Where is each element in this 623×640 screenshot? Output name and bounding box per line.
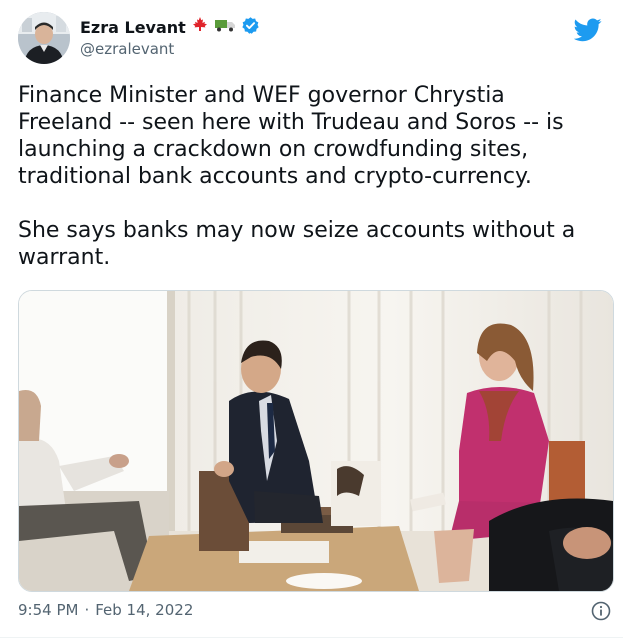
tweet-date: Feb 14, 2022 [95, 601, 194, 619]
info-icon[interactable] [591, 601, 611, 621]
handle[interactable]: @ezralevant [80, 40, 260, 58]
maple-leaf-icon [191, 16, 209, 38]
twitter-bird-icon[interactable] [573, 18, 602, 42]
tweet-timestamp[interactable]: 9:54 PM · Feb 14, 2022 [18, 601, 193, 619]
author-names: Ezra Levant @ezralevant [80, 16, 260, 58]
tweet-header: Ezra Levant @ezralevant [18, 12, 608, 68]
display-name[interactable]: Ezra Levant [80, 18, 186, 37]
timestamp-separator: · [84, 601, 90, 619]
tweet-card: Ezra Levant @ezralevant Finance Minister… [0, 0, 623, 640]
tweet-photo[interactable] [18, 290, 614, 592]
truck-icon [214, 17, 236, 37]
avatar[interactable] [18, 12, 70, 64]
tweet-text: Finance Minister and WEF governor Chryst… [18, 83, 576, 270]
tweet-time: 9:54 PM [18, 601, 79, 619]
verified-badge-icon [241, 16, 260, 39]
divider [0, 637, 623, 638]
